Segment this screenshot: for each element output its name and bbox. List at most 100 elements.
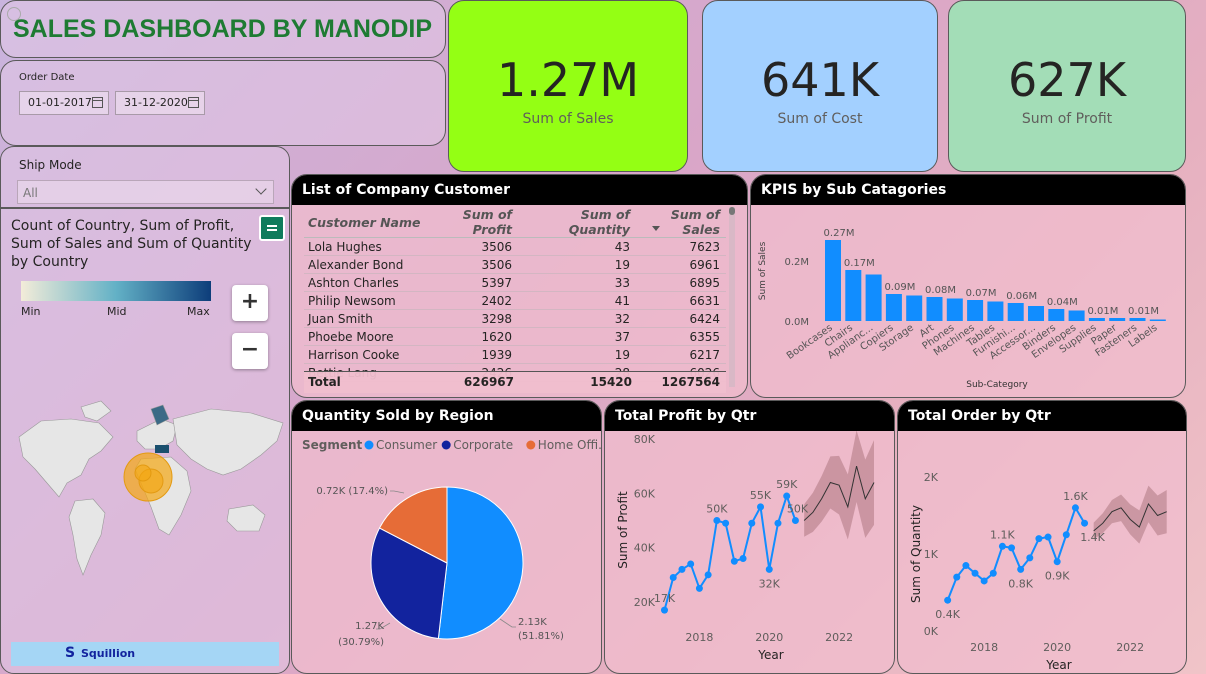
table-row[interactable]: Ashton Charles 5397 33 6895 [304,273,726,292]
data-point [695,584,703,592]
chevron-down-icon [255,183,267,195]
data-point [678,565,686,573]
cell-profit: 3298 [424,309,518,328]
bar [967,300,984,321]
kpi-card-sales: 1.27M Sum of Sales [448,0,688,172]
cell-quantity: 41 [518,291,636,310]
ship-mode-value: All [23,186,38,200]
data-label: 17K [654,592,676,605]
data-point [722,519,730,527]
kpi-label: Sum of Sales [522,111,614,127]
data-label: 1.6K [1063,490,1088,503]
data-point [765,565,773,573]
date-from-input[interactable]: 01-01-2017 [19,91,109,115]
date-to-value: 31-12-2020 [124,96,188,109]
ship-mode-dropdown[interactable]: All [17,180,274,204]
cell-sales: 6424 [636,309,726,328]
data-label: 0.08M [925,285,956,296]
kpi-card-profit: 627K Sum of Profit [948,0,1186,172]
smart-narrative-icon[interactable] [259,215,285,241]
y-tick-label: 1K [924,548,939,561]
table-row[interactable]: Juan Smith 3298 32 6424 [304,309,726,328]
x-tick-label: 2022 [1116,641,1144,654]
table-row[interactable]: Harrison Cooke 1939 19 6217 [304,345,726,364]
data-label: 59K [776,478,798,491]
table-row[interactable]: Lola Hughes 3506 43 7623 [304,237,726,256]
legend-label: Consumer [376,438,437,452]
order-line-chart[interactable]: Sum of Quantity 0K 1K 2K 2018 2020 2022 Year 0.4… [898,431,1186,673]
profit-qtr-panel: Total Profit by Qtr Sum of Profit 20K 40K 6… [604,400,895,674]
bar [1007,303,1024,321]
customer-table-title: List of Company Customer [292,175,747,205]
data-label: 2.13K [518,617,547,628]
data-point [748,519,756,527]
leader-line [390,490,405,494]
data-point [989,569,997,577]
y-tick-label: 20K [634,596,656,609]
cell-sales: 7623 [636,237,726,256]
y-tick-label: 0.0M [784,317,809,328]
bar [1088,318,1105,321]
date-from-value: 01-01-2017 [28,96,92,109]
data-point [774,519,782,527]
order-date-slicer: Order Date 01-01-2017 31-12-2020 [0,60,446,146]
region-pie-chart[interactable]: Segment Consumer Corporate Home Offi... 2.13… [292,431,602,673]
title-panel: SALES DASHBOARD BY MANODIP [0,0,446,58]
data-label: 0.27M [824,228,855,239]
table-scrollbar[interactable] [729,207,735,387]
bar [1129,318,1146,321]
legend-marker [526,440,536,450]
legend-min: Min [21,305,41,318]
zoom-in-button[interactable]: + [232,285,268,321]
kpi-value: 1.27M [496,53,640,107]
data-point [730,557,738,565]
table-row[interactable]: Philip Newsom 2402 41 6631 [304,291,726,310]
zoom-out-button[interactable]: − [232,333,268,369]
region-chart-title: Quantity Sold by Region [292,401,601,431]
y-axis-label: Sum of Quantity [909,505,923,603]
legend-label: Corporate [453,438,513,452]
bar [1048,309,1065,321]
col-customer-name[interactable]: Customer Name [304,207,424,238]
cell-profit: 2402 [424,291,518,310]
table-row[interactable]: Alexander Bond 3506 19 6961 [304,255,726,274]
bar [1028,306,1044,321]
table-row[interactable]: Phoebe Moore 1620 37 6355 [304,327,726,346]
col-sum-sales[interactable]: Sum of Sales [636,207,726,238]
cell-quantity: 37 [518,327,636,346]
calendar-icon[interactable] [92,97,103,108]
subcat-bar-chart[interactable]: Sum of Sales0.0M0.2M0.27MBookcases0.17MC… [751,205,1185,397]
cell-profit: 3506 [424,255,518,274]
data-point [998,542,1006,550]
cell-sales: 6631 [636,291,726,310]
col-sum-quantity[interactable]: Sum of Quantity [518,207,636,238]
y-tick-label: 0.2M [784,257,809,268]
y-tick-label: 0K [924,625,939,638]
y-tick-label: 80K [634,433,656,446]
profit-line-chart[interactable]: Sum of Profit 20K 40K 60K 80K 2018 2020 2022 Yea… [605,431,895,673]
data-point [687,560,695,568]
world-map[interactable] [1,379,290,609]
cell-sales: 6217 [636,345,726,364]
calendar-icon[interactable] [188,97,199,108]
x-axis-label: Year [757,648,783,662]
data-label: (51.81%) [518,631,564,642]
legend-marker [364,440,374,450]
legend-max: Max [187,305,210,318]
scrollbar-thumb[interactable] [729,207,735,215]
cell-customer-name: Ashton Charles [304,273,424,292]
date-to-input[interactable]: 31-12-2020 [115,91,205,115]
cell-quantity: 33 [518,273,636,292]
table-header-row: Customer Name Sum of Profit Sum of Quant… [304,207,726,238]
back-icon[interactable] [7,7,21,21]
map-greenland [80,400,112,422]
ship-mode-slicer: Ship Mode All [0,146,290,208]
map-south-america [68,498,106,576]
legend-marker [441,440,451,450]
customer-table-wrap[interactable]: Customer Name Sum of Profit Sum of Quant… [304,207,726,397]
data-point [1008,544,1016,552]
data-point [1062,531,1070,539]
data-point [953,573,961,581]
data-point [713,516,721,524]
col-sum-profit[interactable]: Sum of Profit [424,207,518,238]
